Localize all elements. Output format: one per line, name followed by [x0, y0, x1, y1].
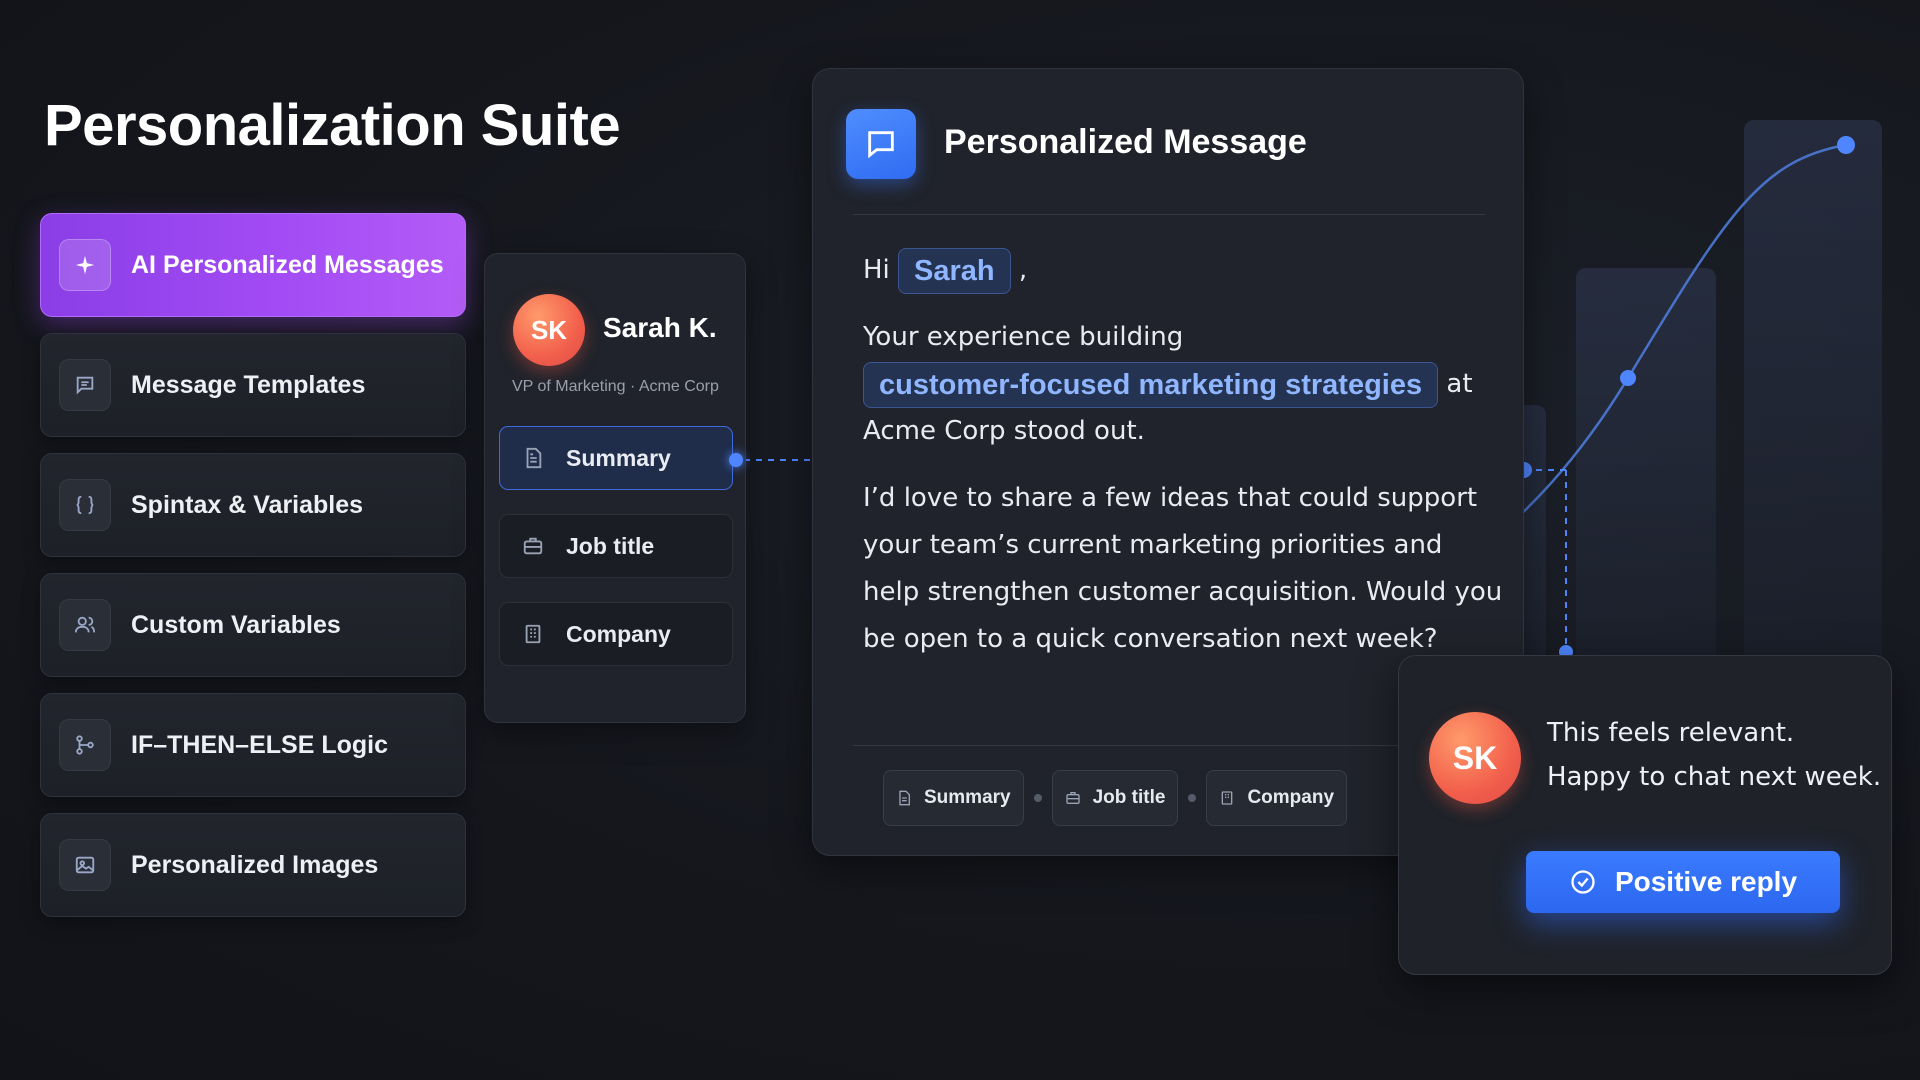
sparkle-icon — [59, 239, 111, 291]
tag-summary[interactable]: Summary — [883, 770, 1024, 826]
message-title: Personalized Message — [944, 123, 1307, 161]
paragraph-text: at — [1446, 369, 1473, 399]
greeting-text: Hi — [863, 255, 890, 285]
tag-label: Company — [1247, 787, 1335, 808]
divider — [853, 214, 1485, 215]
users-icon — [59, 599, 111, 651]
briefcase-icon — [522, 535, 544, 557]
document-icon — [896, 790, 912, 806]
menu-item-if-then-else-logic[interactable]: IF–THEN–ELSE Logic — [40, 693, 466, 797]
profile-card: SK Sarah K. VP of Marketing · Acme Corp … — [484, 253, 746, 723]
branch-icon — [59, 719, 111, 771]
menu-item-message-templates[interactable]: Message Templates — [40, 333, 466, 437]
reply-text-line-2: Happy to chat next week. — [1547, 762, 1882, 792]
chat-bubble-icon — [846, 109, 916, 179]
variable-chip-name[interactable]: Sarah — [898, 247, 1011, 294]
profile-name: Sarah K. — [603, 312, 717, 343]
greeting-punct: , — [1018, 255, 1028, 285]
reply-card: SK This feels relevant. Happy to chat ne… — [1398, 655, 1892, 975]
building-icon — [522, 623, 544, 645]
profile-role: VP of Marketing · Acme Corp — [512, 378, 719, 395]
tag-label: Summary — [924, 787, 1011, 808]
variable-tag-row: Summary Job title Company — [883, 770, 1348, 826]
field-job-title-button[interactable]: Job title — [499, 514, 733, 578]
paragraph-text: Your experience building — [863, 322, 1184, 352]
curly-braces-icon — [59, 479, 111, 531]
menu-item-label: Personalized Images — [131, 850, 379, 879]
tag-job-title[interactable]: Job title — [1051, 770, 1179, 826]
menu-item-ai-personalized-messages[interactable]: AI Personalized Messages — [40, 213, 466, 317]
page-title: Personalization Suite — [44, 93, 621, 158]
message-paragraph-1: Your experience building customer-focuse… — [863, 314, 1503, 455]
field-label: Summary — [566, 444, 671, 471]
menu-item-label: AI Personalized Messages — [131, 250, 444, 279]
bg-bar-3 — [1576, 268, 1716, 668]
document-icon — [522, 447, 544, 469]
divider — [853, 745, 1485, 746]
menu-item-label: Spintax & Variables — [131, 490, 364, 519]
check-circle-icon — [1569, 868, 1597, 896]
reply-text-line-1: This feels relevant. — [1547, 718, 1795, 748]
field-label: Job title — [566, 532, 655, 559]
variable-chip-summary[interactable]: customer-focused marketing strategies — [863, 361, 1439, 408]
connector-dot — [729, 453, 743, 467]
tag-label: Job title — [1092, 787, 1166, 808]
message-body: Hi Sarah , Your experience building cust… — [863, 247, 1503, 683]
field-company-button[interactable]: Company — [499, 602, 733, 666]
menu-item-label: Custom Variables — [131, 610, 341, 639]
avatar: SK — [1429, 712, 1521, 804]
message-paragraph-2: I’d love to share a few ideas that could… — [863, 483, 1503, 654]
briefcase-icon — [1065, 790, 1081, 806]
positive-reply-button[interactable]: Positive reply — [1526, 851, 1840, 913]
message-template-icon — [59, 359, 111, 411]
field-summary-button[interactable]: Summary — [499, 426, 733, 490]
image-icon — [59, 839, 111, 891]
bg-bar-4 — [1744, 120, 1882, 665]
app-canvas: Personalization Suite AI Personalized Me… — [0, 0, 1920, 1080]
separator-dot — [1033, 794, 1042, 802]
avatar: SK — [513, 294, 585, 366]
greeting-line: Hi Sarah , — [863, 247, 1503, 294]
feature-menu: AI Personalized Messages Message Templat… — [40, 213, 466, 933]
menu-item-label: IF–THEN–ELSE Logic — [131, 730, 388, 759]
menu-item-custom-variables[interactable]: Custom Variables — [40, 573, 466, 677]
separator-dot — [1188, 794, 1197, 802]
menu-item-label: Message Templates — [131, 370, 366, 399]
building-icon — [1219, 790, 1235, 806]
field-label: Company — [566, 620, 671, 647]
tag-company[interactable]: Company — [1206, 770, 1348, 826]
menu-item-personalized-images[interactable]: Personalized Images — [40, 813, 466, 917]
paragraph-text: Acme Corp stood out. — [863, 416, 1145, 446]
menu-item-spintax-variables[interactable]: Spintax & Variables — [40, 453, 466, 557]
positive-reply-label: Positive reply — [1614, 866, 1798, 897]
